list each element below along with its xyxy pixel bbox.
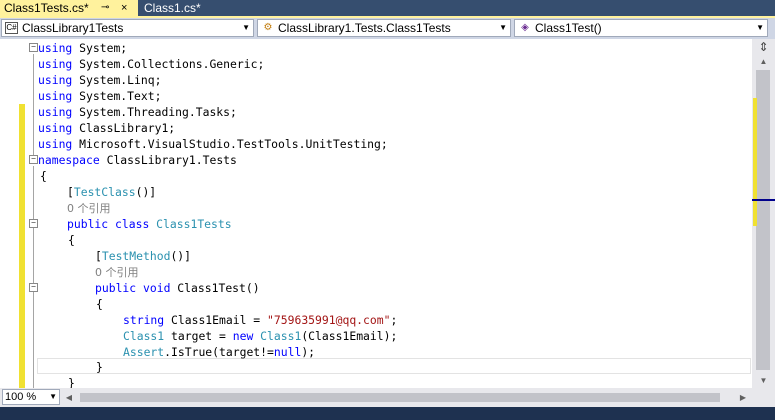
tab-class1-cs[interactable]: Class1.cs* (140, 0, 210, 16)
project-icon: C# (5, 22, 18, 34)
code-line: string Class1Email = "759635991@qq.com"; (123, 313, 398, 327)
code-line: using System.Linq; (38, 73, 162, 87)
code-line: public class Class1Tests (67, 217, 232, 231)
tab-label: Class1Tests.cs* (4, 1, 89, 15)
code-line: { (40, 169, 47, 183)
code-line: using System.Collections.Generic; (38, 57, 265, 71)
code-line: Assert.IsTrue(target!=null); (123, 345, 316, 359)
outline-guide (33, 294, 34, 364)
code-area[interactable]: − − − − using System; using System.Colle… (0, 39, 752, 388)
member-dropdown-value: Class1Test() (535, 21, 602, 35)
code-line: using System.Threading.Tasks; (38, 105, 237, 119)
collapse-icon[interactable]: − (29, 43, 38, 52)
scrollbar-caret-marker (752, 199, 775, 201)
code-line: } (68, 376, 75, 388)
document-tab-strip: Class1Tests.cs* ⊸ × Class1.cs* (0, 0, 775, 18)
scroll-up-icon[interactable]: ▲ (752, 55, 775, 69)
vertical-scroll-thumb[interactable] (756, 70, 770, 370)
scroll-down-icon[interactable]: ▼ (752, 374, 775, 388)
code-line: using Microsoft.VisualStudio.TestTools.U… (38, 137, 388, 151)
editor-bottom-bar: 100 % ▼ ◀ ▶ (0, 388, 775, 420)
code-line: using System.Text; (38, 89, 162, 103)
tab-class1tests-cs[interactable]: Class1Tests.cs* ⊸ × (0, 0, 138, 16)
project-dropdown[interactable]: C# ClassLibrary1Tests ▼ (1, 19, 254, 37)
collapse-icon[interactable]: − (29, 219, 38, 228)
chevron-down-icon: ▼ (49, 392, 57, 401)
type-dropdown-value: ClassLibrary1.Tests.Class1Tests (278, 21, 451, 35)
zoom-value: 100 % (5, 391, 37, 403)
pin-icon[interactable]: ⊸ (101, 0, 109, 16)
tab-label: Class1.cs* (144, 1, 201, 15)
class-icon: ⚙ (263, 22, 273, 33)
horizontal-scroll-thumb[interactable] (80, 393, 720, 402)
code-line: using ClassLibrary1; (38, 121, 176, 135)
code-line: { (96, 297, 103, 311)
project-dropdown-value: ClassLibrary1Tests (22, 21, 124, 35)
member-dropdown[interactable]: ◈ Class1Test() ▼ (514, 19, 768, 37)
current-line-highlight (37, 358, 751, 374)
code-line: public void Class1Test() (95, 281, 260, 295)
status-bar (0, 407, 775, 420)
close-icon[interactable]: × (121, 0, 127, 16)
chevron-down-icon: ▼ (499, 23, 507, 32)
code-line: Class1 target = new Class1(Class1Email); (123, 329, 398, 343)
collapse-icon[interactable]: − (29, 155, 38, 164)
collapse-icon[interactable]: − (29, 283, 38, 292)
codelens-references[interactable]: 0 个引用 (67, 200, 111, 216)
navigation-bar: C# ClassLibrary1Tests ▼ ⚙ ClassLibrary1.… (0, 18, 775, 39)
horizontal-scrollbar[interactable]: ◀ ▶ (62, 390, 752, 405)
code-line: { (68, 233, 75, 247)
chevron-down-icon: ▼ (242, 23, 250, 32)
code-line: } (96, 360, 103, 374)
scrollbar-change-marker (753, 98, 757, 226)
scroll-left-icon[interactable]: ◀ (62, 390, 76, 405)
code-line: namespace ClassLibrary1.Tests (38, 153, 237, 167)
code-editor[interactable]: − − − − using System; using System.Colle… (0, 39, 752, 388)
zoom-dropdown[interactable]: 100 % ▼ (2, 389, 60, 405)
type-dropdown[interactable]: ⚙ ClassLibrary1.Tests.Class1Tests ▼ (257, 19, 511, 37)
code-line: [TestMethod()] (95, 249, 192, 263)
code-line: [TestClass()] (67, 185, 157, 199)
codelens-references[interactable]: 0 个引用 (95, 264, 139, 280)
outline-guide (33, 54, 34, 162)
method-icon: ◈ (521, 22, 529, 33)
chevron-down-icon: ▼ (756, 23, 764, 32)
code-line: using System; (38, 41, 128, 55)
scroll-right-icon[interactable]: ▶ (736, 390, 750, 405)
split-window-icon[interactable]: ⇕ (752, 39, 775, 55)
